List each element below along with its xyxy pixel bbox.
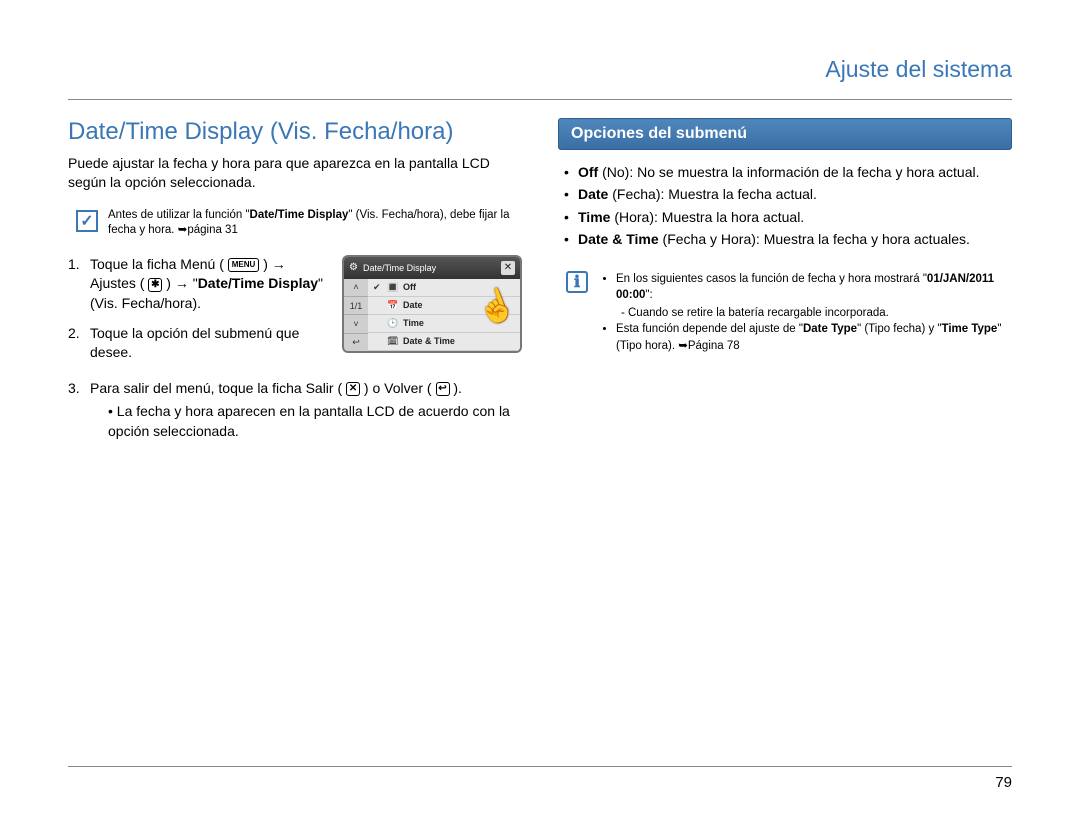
s1-b: ) bbox=[263, 256, 272, 272]
option-date[interactable]: 📅 Date bbox=[368, 297, 520, 315]
n2-l2a: Esta función depende del ajuste de " bbox=[616, 323, 803, 335]
s3-a: Para salir del menú, toque la ficha Sali… bbox=[90, 380, 342, 396]
step-2: 2. Toque la opción del submenú que desee… bbox=[68, 324, 328, 363]
s1-a: Toque la ficha Menú ( bbox=[90, 256, 224, 272]
submenu-off: Off (No): No se muestra la información d… bbox=[564, 162, 1012, 182]
note-pre: Antes de utilizar la función " bbox=[108, 209, 250, 221]
date-paren: (Fecha): bbox=[608, 186, 668, 202]
precondition-text: Antes de utilizar la función "Date/Time … bbox=[108, 208, 522, 239]
left-column: Date/Time Display (Vis. Fecha/hora) Pued… bbox=[68, 118, 522, 452]
step-1: 1. Toque la ficha Menú ( MENU ) → Ajuste… bbox=[68, 255, 328, 314]
device-option-list: ✔ 🔳 Off 📅 Date 🕒 Time 🗓 Date & Time bbox=[368, 279, 520, 351]
arrow-right-icon: → bbox=[272, 256, 286, 272]
clock-icon: 🕒 bbox=[387, 318, 399, 329]
time-bold: Time bbox=[578, 209, 610, 225]
arrow-right-icon: → bbox=[175, 275, 189, 291]
gear-icon: ⚙ bbox=[349, 262, 358, 273]
opt-time-label: Time bbox=[403, 318, 424, 328]
off-rest: No se muestra la información de la fecha… bbox=[637, 164, 979, 180]
n2-l1a: En los siguientes casos la función de fe… bbox=[616, 273, 927, 285]
option-datetime[interactable]: 🗓 Date & Time bbox=[368, 333, 520, 351]
opt-date-label: Date bbox=[403, 300, 423, 310]
submenu-option-list: Off (No): No se muestra la información d… bbox=[558, 162, 1012, 249]
header-rule bbox=[68, 99, 1012, 100]
back-icon: ↩ bbox=[436, 382, 450, 396]
info-note-text: En los siguientes casos la función de fe… bbox=[598, 269, 1012, 353]
step-number: 2. bbox=[68, 324, 90, 363]
page-up-button[interactable]: ˄ bbox=[344, 279, 368, 296]
option-time[interactable]: 🕒 Time bbox=[368, 315, 520, 333]
s1-bold: Date/Time Display bbox=[198, 275, 318, 291]
note2-line1: En los siguientes casos la función de fe… bbox=[616, 271, 1012, 321]
step-number: 3. bbox=[68, 379, 90, 442]
intro-text: Puede ajustar la fecha y hora para que a… bbox=[68, 154, 522, 192]
dt-paren: (Fecha y Hora): bbox=[659, 231, 764, 247]
back-button[interactable]: ↩ bbox=[344, 333, 368, 351]
off-icon: 🔳 bbox=[387, 282, 399, 293]
section-title: Date/Time Display (Vis. Fecha/hora) bbox=[68, 118, 522, 146]
footer-rule bbox=[68, 766, 1012, 767]
gear-icon: ✱ bbox=[148, 278, 162, 292]
off-paren: (No): bbox=[598, 164, 637, 180]
opt-off-label: Off bbox=[403, 282, 416, 292]
content-columns: Date/Time Display (Vis. Fecha/hora) Pued… bbox=[68, 118, 1012, 452]
time-paren: (Hora): bbox=[610, 209, 661, 225]
right-column: Opciones del submenú Off (No): No se mue… bbox=[558, 118, 1012, 452]
page-down-button[interactable]: ˅ bbox=[344, 314, 368, 332]
dt-rest: Muestra la fecha y hora actuales. bbox=[764, 231, 970, 247]
check-icon: ✓ bbox=[76, 210, 98, 232]
checkmark-icon: ✔ bbox=[373, 282, 383, 293]
s3-b: ) o Volver ( bbox=[364, 380, 432, 396]
info-note: ℹ En los siguientes casos la función de … bbox=[558, 269, 1012, 353]
page-header: Ajuste del sistema bbox=[68, 56, 1012, 89]
steps-list: 1. Toque la ficha Menú ( MENU ) → Ajuste… bbox=[68, 255, 328, 373]
s3-sub-text: La fecha y hora aparecen en la pantalla … bbox=[108, 403, 510, 439]
device-menu: ⚙ Date/Time Display ✕ ˄ 1/1 ˅ ↩ ✔ 🔳 Off bbox=[342, 255, 522, 353]
opt-datetime-label: Date & Time bbox=[403, 336, 455, 346]
calendar-icon: 📅 bbox=[387, 300, 399, 311]
info-icon: ℹ bbox=[566, 271, 588, 293]
n2-sub1: Cuando se retire la batería recargable i… bbox=[628, 305, 1012, 321]
menu-icon: MENU bbox=[228, 258, 260, 272]
exit-icon: ✕ bbox=[346, 382, 360, 396]
s1-c: Ajustes ( bbox=[90, 275, 144, 291]
submenu-header: Opciones del submenú bbox=[558, 118, 1012, 150]
note-page-ref: ➥página 31 bbox=[178, 224, 238, 236]
submenu-time: Time (Hora): Muestra la hora actual. bbox=[564, 207, 1012, 227]
calendar-clock-icon: 🗓 bbox=[387, 336, 399, 347]
dt-bold: Date & Time bbox=[578, 231, 659, 247]
step-3: 3. Para salir del menú, toque la ficha S… bbox=[68, 379, 522, 442]
n2-l1c: ": bbox=[645, 289, 652, 301]
page-indicator: 1/1 bbox=[344, 296, 368, 314]
page-number: 79 bbox=[995, 774, 1012, 791]
s3-c: ). bbox=[453, 380, 462, 396]
date-rest: Muestra la fecha actual. bbox=[668, 186, 817, 202]
steps-and-screenshot: 1. Toque la ficha Menú ( MENU ) → Ajuste… bbox=[68, 255, 522, 373]
time-rest: Muestra la hora actual. bbox=[662, 209, 804, 225]
option-off[interactable]: ✔ 🔳 Off bbox=[368, 279, 520, 297]
submenu-datetime: Date & Time (Fecha y Hora): Muestra la f… bbox=[564, 229, 1012, 249]
device-pager: ˄ 1/1 ˅ ↩ bbox=[344, 279, 368, 351]
device-screenshot: ⚙ Date/Time Display ✕ ˄ 1/1 ˅ ↩ ✔ 🔳 Off bbox=[342, 255, 522, 373]
step-number: 1. bbox=[68, 255, 90, 314]
n2-l2d: Time Type bbox=[942, 323, 998, 335]
note-bold: Date/Time Display bbox=[250, 209, 349, 221]
n2-l2f: ➥Página 78 bbox=[678, 340, 739, 352]
s2-text: Toque la opción del submenú que desee. bbox=[90, 324, 328, 363]
step-3-sub: • La fecha y hora aparecen en la pantall… bbox=[90, 402, 522, 441]
precondition-note: ✓ Antes de utilizar la función "Date/Tim… bbox=[68, 208, 522, 239]
s1-d: ) bbox=[166, 275, 175, 291]
close-icon[interactable]: ✕ bbox=[501, 261, 515, 275]
device-title: Date/Time Display bbox=[363, 263, 436, 273]
n2-l2b: Date Type bbox=[803, 323, 857, 335]
off-bold: Off bbox=[578, 164, 598, 180]
n2-l2c: " (Tipo fecha) y " bbox=[857, 323, 941, 335]
submenu-date: Date (Fecha): Muestra la fecha actual. bbox=[564, 184, 1012, 204]
device-titlebar: ⚙ Date/Time Display ✕ bbox=[344, 257, 520, 279]
note2-line2: Esta función depende del ajuste de "Date… bbox=[616, 321, 1012, 353]
date-bold: Date bbox=[578, 186, 608, 202]
